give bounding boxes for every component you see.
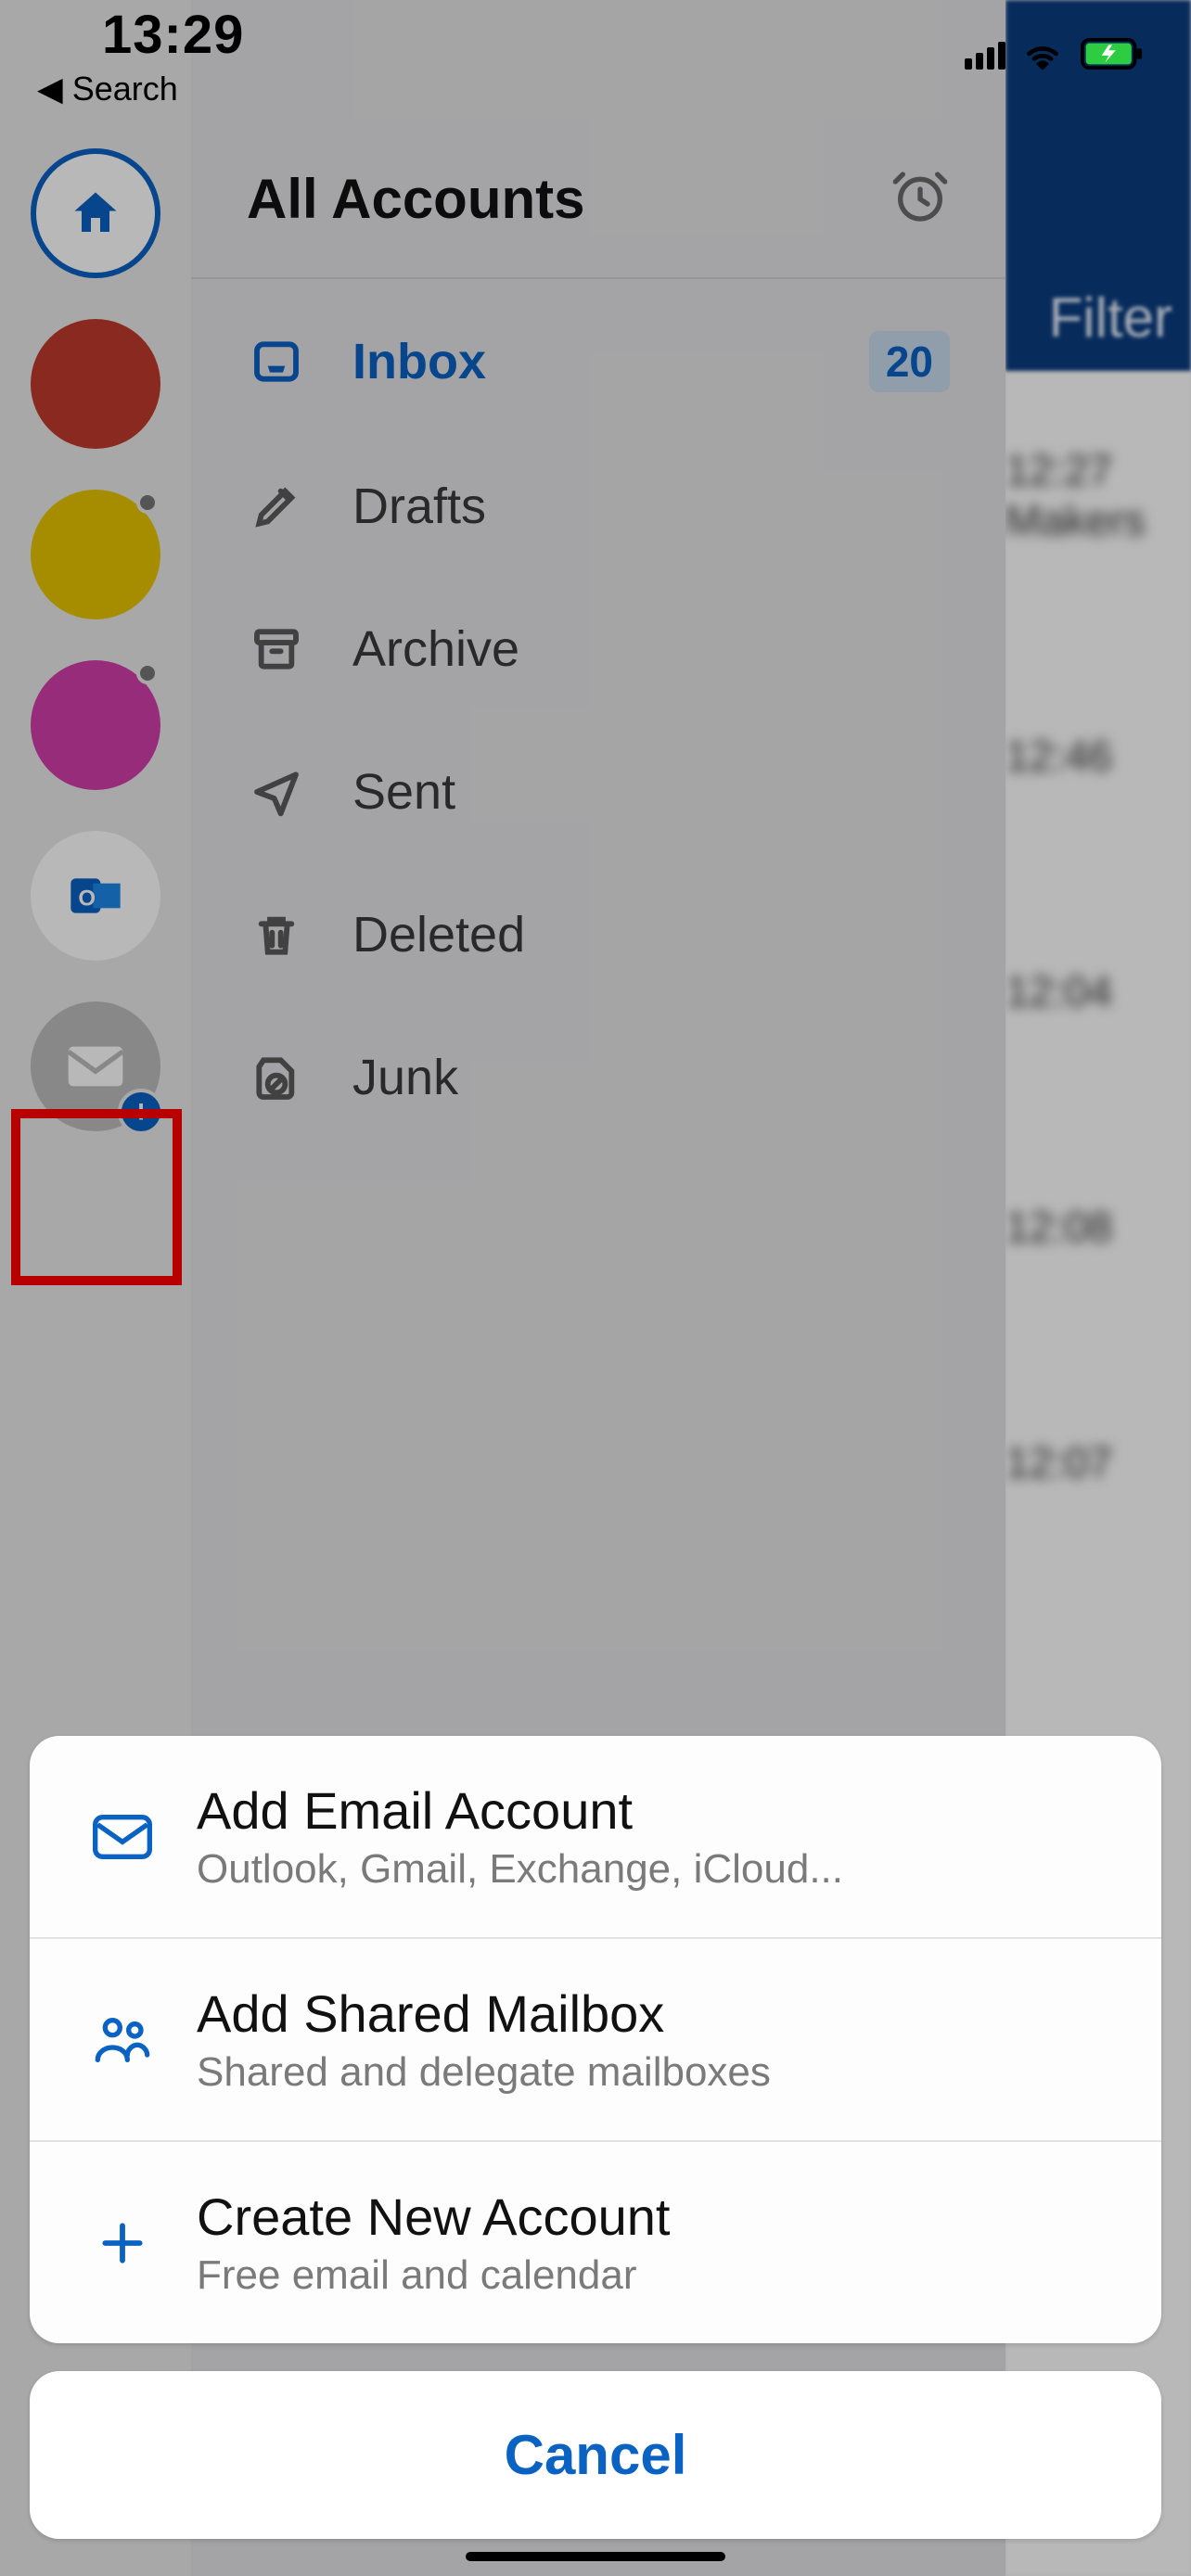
action-sheet: Add Email Account Outlook, Gmail, Exchan…: [30, 1736, 1161, 2539]
battery-charging-icon: [1080, 38, 1145, 74]
cellular-signal-icon: [965, 42, 1005, 70]
plus-icon: [85, 2217, 160, 2269]
option-subtitle: Free email and calendar: [197, 2252, 670, 2299]
back-to-search[interactable]: ◀ Search: [37, 70, 178, 108]
wifi-icon: [1022, 38, 1063, 74]
cancel-button[interactable]: Cancel: [30, 2371, 1161, 2539]
add-email-account-option[interactable]: Add Email Account Outlook, Gmail, Exchan…: [30, 1736, 1161, 1937]
create-new-account-option[interactable]: Create New Account Free email and calend…: [30, 2140, 1161, 2343]
people-icon: [85, 2014, 160, 2066]
option-title: Add Email Account: [197, 1780, 843, 1841]
option-title: Add Shared Mailbox: [197, 1983, 771, 2044]
status-bar: 13:29 ◀ Search: [0, 0, 1191, 111]
option-subtitle: Outlook, Gmail, Exchange, iCloud...: [197, 1846, 843, 1893]
add-shared-mailbox-option[interactable]: Add Shared Mailbox Shared and delegate m…: [30, 1937, 1161, 2140]
option-title: Create New Account: [197, 2187, 670, 2247]
mail-icon: [85, 1814, 160, 1860]
status-time: 13:29: [102, 4, 244, 66]
home-indicator[interactable]: [466, 2552, 725, 2561]
option-subtitle: Shared and delegate mailboxes: [197, 2049, 771, 2096]
